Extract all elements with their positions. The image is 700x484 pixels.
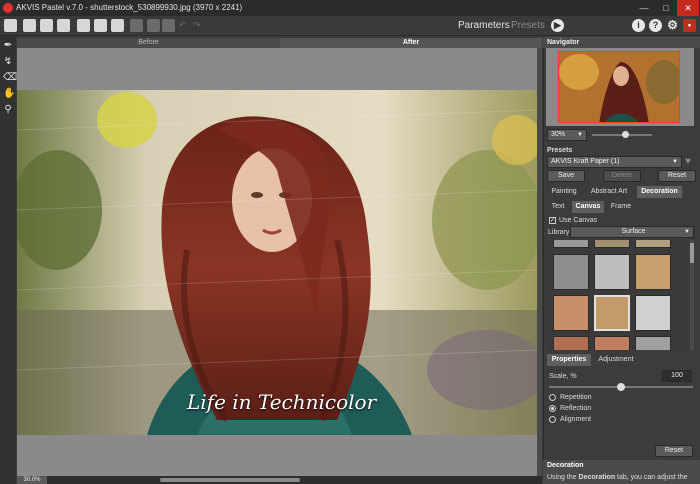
help-text-prefix: Using the	[547, 474, 579, 481]
tools-panel: ✒ ↯ ⌫ ✋ ⚲	[0, 36, 17, 484]
batch-icon[interactable]	[77, 19, 90, 32]
chevron-down-icon: ▼	[577, 132, 583, 138]
scroll-thumb[interactable]	[160, 478, 300, 482]
window-title: AKVIS Pastel v.7.0 - shutterstock_530899…	[16, 3, 243, 12]
reflection-radio[interactable]	[549, 405, 556, 412]
library-value: Surface	[621, 228, 646, 235]
stroke-direction-icon[interactable]: ↯	[3, 57, 13, 67]
view-tabs: Before After	[17, 38, 542, 48]
gear-icon[interactable]: ⚙	[666, 19, 679, 32]
main-toolbar: ↶ ↷ Parameters Presets ▶ i ? ⚙ •	[0, 16, 700, 36]
texture-item[interactable]	[635, 254, 671, 290]
open-file-icon[interactable]	[23, 19, 36, 32]
zoom-level[interactable]: 30.0%	[17, 476, 47, 484]
scale-input[interactable]: 100	[662, 370, 692, 382]
library-select[interactable]: Surface ▼	[570, 226, 694, 238]
tab-painting[interactable]: Painting	[547, 186, 581, 198]
scale-label: Scale, %	[549, 373, 577, 380]
tab-abstract-art[interactable]: Abstract Art	[585, 186, 633, 198]
alignment-label: Alignment	[560, 416, 592, 423]
tab-canvas[interactable]: Canvas	[572, 201, 604, 213]
texture-item[interactable]	[635, 295, 671, 331]
texture-item[interactable]	[594, 240, 630, 248]
tab-decoration[interactable]: Decoration	[637, 186, 682, 198]
plugin-icon[interactable]	[111, 19, 124, 32]
repetition-label: Repetition	[560, 394, 592, 401]
redo-icon[interactable]: ↷	[193, 20, 201, 31]
texture-library-grid	[548, 240, 688, 350]
help-text: Using the Decoration tab, you can adjust…	[547, 474, 687, 481]
import-strokes-icon[interactable]	[130, 19, 143, 32]
hand-icon[interactable]: ✋	[3, 89, 15, 99]
minimize-button[interactable]: —	[633, 0, 655, 16]
share-icon[interactable]	[94, 19, 107, 32]
use-canvas-checkbox[interactable]: ✓	[549, 217, 556, 224]
navigator-zoom-select[interactable]: 30% ▼	[547, 129, 587, 141]
export-strokes-icon[interactable]	[147, 19, 160, 32]
navigator-thumbnail	[559, 52, 679, 122]
undo-icon[interactable]: ↶	[179, 20, 187, 31]
pastel-portrait-image	[17, 90, 537, 435]
navigator-zoom-value: 30%	[551, 131, 566, 138]
scale-slider-handle[interactable]	[617, 383, 625, 391]
save-file-icon[interactable]	[40, 19, 53, 32]
navigator-header: Navigator	[543, 37, 700, 48]
navigator-zoom-handle[interactable]	[622, 131, 629, 138]
texture-item-selected[interactable]	[594, 295, 630, 331]
home-icon[interactable]	[4, 19, 17, 32]
tab-after[interactable]: After	[280, 38, 542, 48]
chevron-down-icon: ▼	[684, 229, 690, 235]
preset-value: AKVIS Kraft Paper (1)	[551, 158, 620, 165]
library-label: Library	[548, 229, 570, 236]
chevron-down-icon: ▼	[672, 159, 678, 165]
parameters-link[interactable]: Parameters	[458, 20, 510, 31]
help-text-suffix: tab, you can adjust the	[615, 474, 688, 481]
tab-frame[interactable]: Frame	[608, 201, 634, 213]
help-icon[interactable]: ?	[649, 19, 662, 32]
favorite-heart-icon[interactable]: ♥	[685, 156, 691, 167]
texture-item[interactable]	[553, 295, 589, 331]
result-image[interactable]: Life in Technicolor	[17, 90, 537, 435]
app-logo-icon	[3, 3, 13, 13]
maximize-button[interactable]: □	[655, 0, 677, 16]
texture-item[interactable]	[553, 254, 589, 290]
presets-link[interactable]: Presets	[511, 20, 545, 31]
tab-text[interactable]: Text	[547, 201, 569, 213]
texture-item[interactable]	[553, 240, 589, 248]
texture-scroll-thumb[interactable]	[690, 243, 694, 263]
reflection-label: Reflection	[560, 405, 592, 412]
texture-item[interactable]	[635, 336, 671, 350]
vertical-scrollbar[interactable]	[537, 48, 542, 476]
clear-strokes-icon[interactable]	[162, 19, 175, 32]
navigator-preview[interactable]	[558, 51, 680, 123]
info-icon[interactable]: i	[632, 19, 645, 32]
tab-adjustment[interactable]: Adjustment	[594, 354, 638, 366]
reset-preset-button[interactable]: Reset	[658, 170, 696, 182]
help-title: Decoration	[547, 462, 584, 469]
image-caption: Life in Technicolor	[187, 390, 377, 414]
zoom-icon[interactable]: ⚲	[3, 105, 13, 115]
reset-properties-button[interactable]: Reset	[655, 445, 693, 457]
alignment-radio[interactable]	[549, 416, 556, 423]
run-icon[interactable]: ▶	[551, 19, 564, 32]
tips-icon[interactable]: •	[683, 19, 696, 32]
tab-properties[interactable]: Properties	[547, 354, 591, 366]
presets-title: Presets	[547, 147, 573, 154]
tab-before[interactable]: Before	[17, 38, 280, 48]
help-text-bold: Decoration	[578, 474, 616, 481]
close-button[interactable]: ✕	[677, 0, 699, 16]
texture-item[interactable]	[553, 336, 589, 350]
brush-icon[interactable]: ✒	[3, 41, 13, 51]
use-canvas-label: Use Canvas	[559, 217, 598, 224]
repetition-radio[interactable]	[549, 394, 556, 401]
save-preset-button[interactable]: Save	[547, 170, 585, 182]
delete-preset-button[interactable]: Delete	[603, 170, 641, 182]
preset-select[interactable]: AKVIS Kraft Paper (1) ▼	[547, 156, 682, 168]
texture-item[interactable]	[635, 240, 671, 248]
texture-item[interactable]	[594, 254, 630, 290]
texture-item[interactable]	[594, 336, 630, 350]
eraser-icon[interactable]: ⌫	[3, 73, 17, 83]
print-icon[interactable]	[57, 19, 70, 32]
title-bar: AKVIS Pastel v.7.0 - shutterstock_530899…	[0, 0, 700, 16]
